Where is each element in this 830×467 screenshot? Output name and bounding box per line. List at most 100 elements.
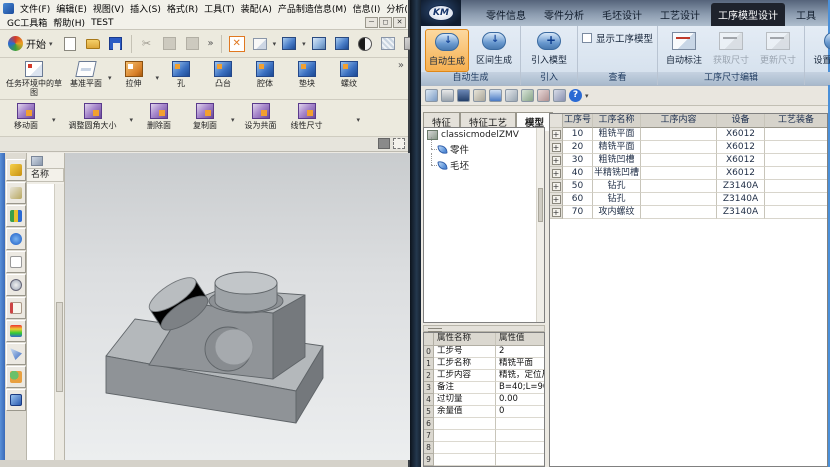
property-row[interactable]: 0 工步号 2 <box>424 346 544 358</box>
navigator-panel-icon[interactable] <box>31 156 43 166</box>
property-value[interactable] <box>496 430 544 442</box>
cell-operation-no[interactable]: 30 <box>563 154 593 167</box>
datum-plane-button[interactable]: 基准平面 <box>66 60 106 89</box>
cell-equipment[interactable]: X6012 <box>717 128 765 141</box>
table-row[interactable]: + 60 钻孔 Z3140A <box>550 193 827 206</box>
part-navigator-button[interactable] <box>6 205 26 227</box>
output-icon[interactable] <box>441 89 454 102</box>
col-operation-no[interactable]: 工序号 <box>563 114 593 128</box>
minimize-button[interactable]: － <box>365 17 378 28</box>
toolbar-overflow-icon[interactable]: » <box>396 60 406 71</box>
cell-process-equipment[interactable] <box>765 154 827 167</box>
cell-operation-content[interactable] <box>641 128 717 141</box>
property-value[interactable]: 0 <box>496 406 544 418</box>
expand-plus-icon[interactable]: + <box>552 169 561 178</box>
property-value[interactable] <box>496 418 544 430</box>
range-generate-button[interactable]: 区间生成 <box>472 29 516 72</box>
menu-pmi[interactable]: 产品制造信息(M) <box>275 1 350 16</box>
chevron-down-icon[interactable]: ▾ <box>52 116 56 124</box>
cell-operation-no[interactable]: 20 <box>563 141 593 154</box>
cell-equipment[interactable]: X6012 <box>717 154 765 167</box>
navigator-name-column-header[interactable]: 名称 <box>27 168 64 182</box>
make-coplanar-button[interactable]: 设为共面 <box>241 102 281 131</box>
property-value[interactable]: 精铣，定位尺 <box>496 370 544 382</box>
table-row[interactable]: + 50 钻孔 Z3140A <box>550 180 827 193</box>
extrude-button[interactable]: 拉伸 <box>114 60 154 89</box>
constraint-navigator-button[interactable] <box>6 182 26 204</box>
linear-dimension-button[interactable]: 线性尺寸 <box>287 102 327 131</box>
menu-insert[interactable]: 插入(S) <box>127 1 164 16</box>
pocket-button[interactable]: 腔体 <box>245 60 285 89</box>
selection-button[interactable] <box>6 343 26 365</box>
cell-process-equipment[interactable] <box>765 167 827 180</box>
cell-operation-no[interactable]: 40 <box>563 167 593 180</box>
menu-file[interactable]: 文件(F) <box>17 1 53 16</box>
shaded-view-button[interactable] <box>279 34 299 54</box>
windows-button[interactable] <box>6 389 26 411</box>
tree-scrollbar[interactable] <box>536 128 544 322</box>
visualization-button[interactable] <box>6 320 26 342</box>
tab-operation-model-design[interactable]: 工序模型设计 <box>711 3 785 26</box>
chevron-down-icon[interactable]: ▾ <box>585 92 589 100</box>
cell-operation-no[interactable]: 10 <box>563 128 593 141</box>
property-row[interactable]: 7 <box>424 430 544 442</box>
layers-icon[interactable] <box>489 89 502 102</box>
copy-button[interactable] <box>160 34 180 54</box>
app-menu-button[interactable]: KM <box>421 0 461 26</box>
menu-assembly[interactable]: 装配(A) <box>238 1 275 16</box>
table-row[interactable]: + 70 攻内螺纹 Z3140A <box>550 206 827 219</box>
menu-gc-toolbox[interactable]: GC工具箱 <box>4 15 50 30</box>
property-row[interactable]: 5 余量值 0 <box>424 406 544 418</box>
property-value[interactable]: B=40;L=90;H= <box>496 382 544 394</box>
cell-operation-name[interactable]: 粗铣凹槽 <box>593 154 641 167</box>
help-icon[interactable]: ? <box>569 89 582 102</box>
col-operation-content[interactable]: 工序内容 <box>641 114 717 128</box>
menu-help[interactable]: 帮助(H) <box>50 15 88 30</box>
shaded-edges-button[interactable] <box>309 34 329 54</box>
panel-splitter[interactable] <box>423 325 545 332</box>
cell-operation-content[interactable] <box>641 193 717 206</box>
expand-plus-icon[interactable]: + <box>552 182 561 191</box>
property-value[interactable]: 0.00 <box>496 394 544 406</box>
node-icon[interactable] <box>537 89 550 102</box>
col-operation-name[interactable]: 工序名称 <box>593 114 641 128</box>
menu-edit[interactable]: 编辑(E) <box>53 1 90 16</box>
tree-icon[interactable] <box>505 89 518 102</box>
tree-node-blank[interactable]: 毛坯 <box>424 157 544 173</box>
menu-format[interactable]: 格式(R) <box>164 1 201 16</box>
col-equipment[interactable]: 设备 <box>717 114 765 128</box>
cell-operation-content[interactable] <box>641 167 717 180</box>
cell-operation-name[interactable]: 精铣平面 <box>593 141 641 154</box>
update-dimension-button[interactable]: 更新尺寸 <box>756 29 800 72</box>
menu-information[interactable]: 信息(I) <box>350 1 384 16</box>
wireframe-button[interactable] <box>332 34 352 54</box>
close-button[interactable]: ✕ <box>393 17 406 28</box>
menu-analysis[interactable]: 分析(L) <box>383 1 408 16</box>
thread-button[interactable]: 螺纹 <box>329 60 369 89</box>
history-button[interactable] <box>6 274 26 296</box>
table-icon[interactable] <box>425 89 438 102</box>
cell-process-equipment[interactable] <box>765 206 827 219</box>
cell-process-equipment[interactable] <box>765 180 827 193</box>
property-row[interactable]: 3 备注 B=40;L=90;H= <box>424 382 544 394</box>
auto-generate-button[interactable]: 自动生成 <box>425 29 469 72</box>
tab-process-inspection[interactable]: 工艺检验 <box>827 3 828 26</box>
expand-plus-icon[interactable]: + <box>552 130 561 139</box>
property-row[interactable]: 1 工步名称 精铣平面 <box>424 358 544 370</box>
tab-part-analysis[interactable]: 零件分析 <box>537 3 591 26</box>
csys-button[interactable]: ✕ <box>227 34 247 54</box>
cell-operation-content[interactable] <box>641 141 717 154</box>
table-row[interactable]: + 20 精铣平面 X6012 <box>550 141 827 154</box>
property-value[interactable]: 2 <box>496 346 544 358</box>
get-dimension-button[interactable]: 获取尺寸 <box>709 29 753 72</box>
history-palette-button[interactable] <box>6 251 26 273</box>
chevron-down-icon[interactable]: ▾ <box>302 40 306 48</box>
cell-operation-no[interactable]: 70 <box>563 206 593 219</box>
pad-button[interactable]: 垫块 <box>287 60 327 89</box>
ghost-view-button[interactable] <box>378 34 398 54</box>
filled-square-icon[interactable] <box>378 138 390 149</box>
web-browser-button[interactable] <box>6 228 26 250</box>
tab-blank-design[interactable]: 毛坯设计 <box>595 3 649 26</box>
property-row[interactable]: 4 过切量 0.00 <box>424 394 544 406</box>
cell-process-equipment[interactable] <box>765 141 827 154</box>
